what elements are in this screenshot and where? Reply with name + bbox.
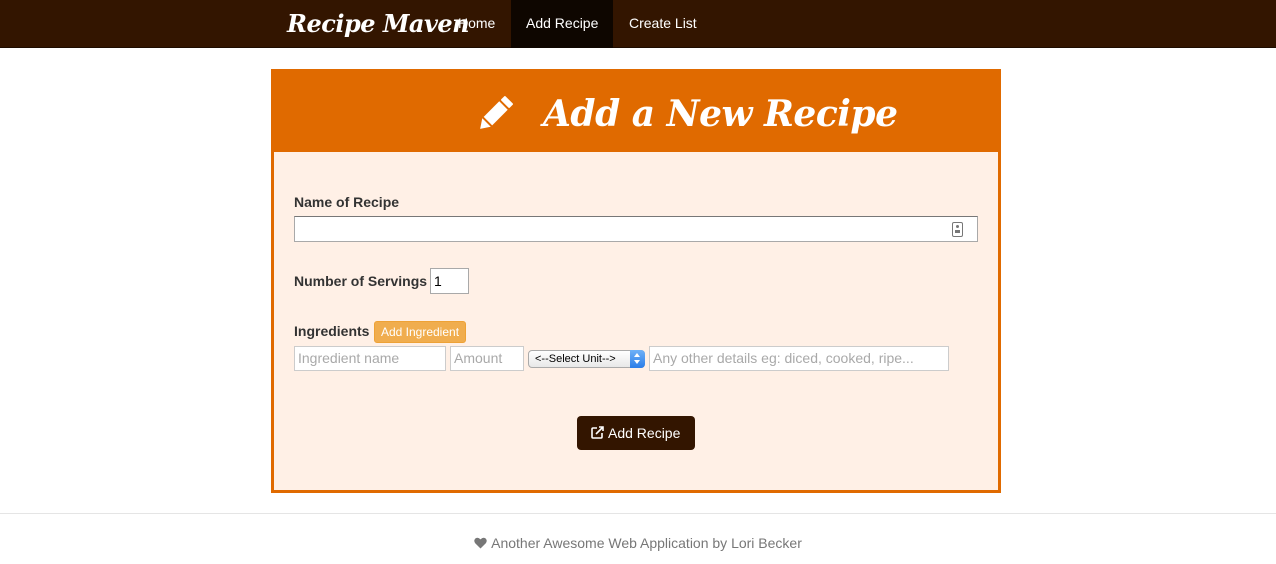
nav-create-list[interactable]: Create List [614,0,712,48]
nav-add-recipe[interactable]: Add Recipe [511,0,614,48]
amount-input[interactable]: Amount [450,346,524,371]
add-recipe-label: Add Recipe [608,425,681,441]
add-ingredient-button[interactable]: Add Ingredient [374,321,466,343]
navbar: Recipe Maven Home Add Recipe Create List [0,0,1276,48]
details-input[interactable]: Any other details eg: diced, cooked, rip… [649,346,949,371]
contact-card-icon[interactable] [952,222,963,237]
ingredients-label: Ingredients [294,323,370,339]
nav-home[interactable]: Home [443,0,510,48]
servings-label: Number of Servings [294,273,428,289]
heart-icon [474,537,487,549]
unit-select-value: <--Select Unit--> [535,353,616,365]
recipe-name-input[interactable] [294,216,978,242]
servings-input[interactable]: 1 [430,268,469,294]
footer-text: Another Awesome Web Application by Lori … [491,535,802,551]
unit-select[interactable]: <--Select Unit--> [528,350,645,368]
brand-logo[interactable]: Recipe Maven [287,6,470,42]
add-recipe-panel: Add a New Recipe Name of Recipe Number o… [271,69,1001,493]
footer: Another Awesome Web Application by Lori … [0,533,1276,553]
pencil-icon [480,96,513,129]
panel-header: Add a New Recipe [274,72,998,152]
add-recipe-button[interactable]: Add Recipe [577,416,695,450]
recipe-name-label: Name of Recipe [294,194,400,210]
share-square-icon [591,426,604,439]
panel-title: Add a New Recipe [543,93,898,135]
ingredient-name-input[interactable]: Ingredient name [294,346,446,371]
select-arrows-icon [630,350,645,368]
footer-divider [0,513,1276,514]
